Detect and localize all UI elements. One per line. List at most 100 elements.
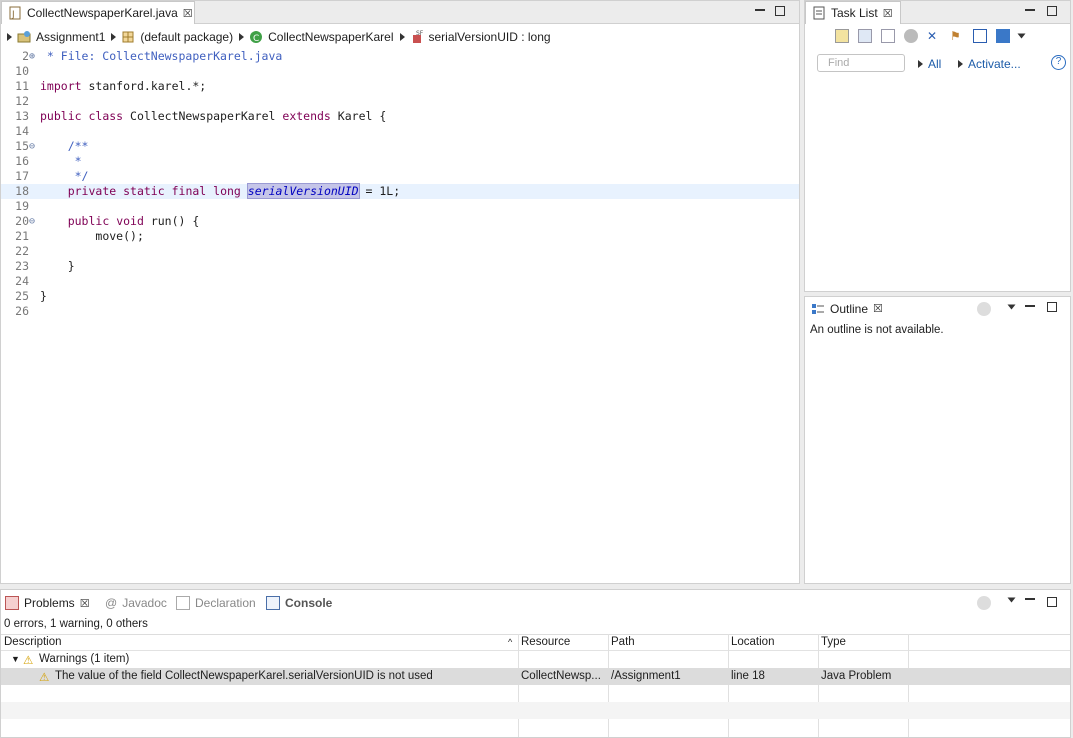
help-icon[interactable]: ? [1051,55,1066,70]
focus-icon[interactable] [977,596,991,610]
line-number: 11 [15,79,29,93]
tab-javadoc[interactable]: @ Javadoc [105,596,167,610]
code-line[interactable]: 2 ⊕ * File: CollectNewspaperKarel.java [1,49,799,64]
view-menu-icon[interactable] [1017,33,1026,39]
maximize-icon[interactable] [1047,6,1057,16]
code-line[interactable]: 21 move(); [1,229,799,244]
tab-label: Console [285,596,333,610]
breadcrumb-item-package[interactable]: (default package) [111,30,233,44]
column-header-location[interactable]: Location [731,636,774,648]
minimize-icon[interactable] [1025,598,1035,600]
column-header-resource[interactable]: Resource [521,636,570,648]
minimize-icon[interactable] [1025,305,1035,307]
activate-link[interactable]: Activate... [958,57,1021,71]
close-icon[interactable]: ☒ [80,597,90,610]
code-line[interactable]: 25} [1,289,799,304]
breadcrumb-item-class[interactable]: C CollectNewspaperKarel [239,30,394,44]
tab-problems[interactable]: Problems ☒ [5,596,90,610]
collapse-all-icon[interactable] [973,29,987,43]
column-header-description[interactable]: Description [4,636,62,648]
minimize-icon[interactable] [755,9,765,11]
warning-icon: ⚠ [39,672,50,684]
close-icon[interactable]: ☒ [873,302,883,315]
code-line[interactable]: 13 public class CollectNewspaperKarel ext… [1,109,799,124]
code-line[interactable]: 19 [1,199,799,214]
code-line[interactable]: 14 [1,124,799,139]
hide-icon[interactable]: ✕ [927,29,941,43]
code-text: * File: CollectNewspaperKarel.java [40,49,283,63]
find-input[interactable]: Find [817,54,905,72]
code-line[interactable]: 26 [1,304,799,319]
line-number: 13 [15,109,29,123]
code-line[interactable]: 15 ⊖ /** [1,139,799,154]
minimize-icon[interactable] [1025,9,1035,11]
column-header-path[interactable]: Path [611,636,635,648]
maximize-icon[interactable] [1047,302,1057,312]
svg-text:SF: SF [416,30,424,37]
code-line[interactable]: 24 [1,274,799,289]
collapse-fold-icon[interactable]: ⊖ [29,139,35,154]
new-task-icon[interactable] [835,29,849,43]
sort-ascending-icon: ^ [508,637,513,647]
breadcrumb-item-project[interactable]: Assignment1 [7,30,105,44]
code-line[interactable]: 12 [1,94,799,109]
close-icon[interactable]: ☒ [183,7,193,20]
filter-completed-icon[interactable] [904,29,918,43]
expand-icon[interactable]: ▼ [11,654,20,664]
code-line[interactable]: 11 import stanford.karel.*; [1,79,799,94]
categorized-icon[interactable] [858,29,872,43]
line-number: 20 [15,214,29,228]
expand-fold-icon[interactable]: ⊕ [29,49,35,64]
view-menu-icon[interactable] [1007,597,1016,603]
warning-icon: ⚠ [23,655,34,667]
all-link[interactable]: All [918,57,941,71]
code-line[interactable]: 22 [1,244,799,259]
svg-text:J: J [11,10,15,20]
code-line[interactable]: 23 } [1,259,799,274]
maximize-icon[interactable] [1047,597,1057,607]
javadoc-icon: @ [105,596,118,610]
column-header-type[interactable]: Type [821,636,846,648]
tab-outline[interactable]: Outline ☒ [805,297,895,320]
editor-tabbar: J CollectNewspaperKarel.java ☒ [1,1,799,24]
activate-label: Activate... [968,57,1021,71]
table-row[interactable]: ⚠ The value of the field CollectNewspape… [1,668,1070,685]
breadcrumb-label: Assignment1 [36,30,106,44]
line-number: 2 [22,49,29,63]
tree-row-warnings[interactable]: ▼ ⚠ Warnings (1 item) [1,651,1070,668]
breadcrumb-item-field[interactable]: SF serialVersionUID : long [399,30,551,44]
selected-identifier[interactable]: serialVersionUID [246,183,360,199]
collapse-fold-icon[interactable]: ⊖ [29,214,35,229]
field-icon: SF [412,30,424,43]
tab-task-list[interactable]: Task List ☒ [805,1,901,24]
sync-icon[interactable] [996,29,1010,43]
line-number: 12 [15,94,29,108]
maximize-icon[interactable] [775,6,785,16]
tab-label: Javadoc [122,596,167,610]
code-line[interactable]: 16 * [1,154,799,169]
outline-tabbar: Outline ☒ [805,297,1070,320]
line-number: 14 [15,124,29,138]
problems-pane: Problems ☒ @ Javadoc Declaration Console… [0,589,1071,738]
view-menu-icon[interactable] [1007,304,1016,310]
line-number: 25 [15,289,29,303]
code-line[interactable]: 10 [1,64,799,79]
code-line[interactable]: 17 */ [1,169,799,184]
focus-icon[interactable]: ⚑ [950,29,964,43]
scheduled-icon[interactable] [881,29,895,43]
breadcrumb: Assignment1 (default package) C CollectNe… [1,27,799,47]
close-icon[interactable]: ☒ [883,7,893,20]
line-number: 10 [15,64,29,78]
tab-console[interactable]: Console [266,596,332,610]
code-line[interactable]: 18 private static final long serialVersi… [1,183,799,199]
breadcrumb-label: CollectNewspaperKarel [268,30,394,44]
chevron-right-icon [239,33,245,41]
code-line[interactable]: 20 ⊖ public void run() { [1,214,799,229]
java-file-icon: J [9,6,21,20]
task-list-icon [813,6,825,20]
editor-pane: J CollectNewspaperKarel.java ☒ Assignmen… [0,0,800,584]
focus-icon[interactable] [977,302,991,316]
breadcrumb-label: (default package) [140,30,234,44]
tab-declaration[interactable]: Declaration [176,596,256,610]
editor-tab[interactable]: J CollectNewspaperKarel.java ☒ [1,1,195,24]
